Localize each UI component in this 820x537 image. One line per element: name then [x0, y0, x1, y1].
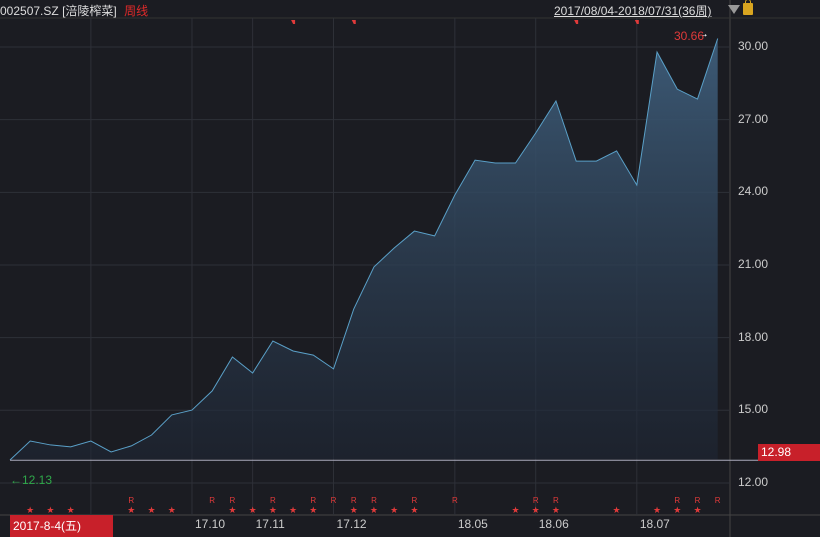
lock-icon[interactable] [743, 0, 753, 15]
price-area [10, 38, 718, 460]
x-tick-label: 18.06 [538, 517, 569, 531]
dropdown-triangle-icon[interactable] [728, 5, 740, 14]
r-marker: R [452, 496, 458, 505]
period-label[interactable]: 周线 [124, 4, 148, 18]
r-marker: R [553, 496, 559, 505]
star-marker: ★ [673, 505, 681, 515]
r-marker: R [351, 496, 357, 505]
star-marker: ★ [269, 505, 277, 515]
r-marker: R [533, 496, 539, 505]
min-price-label: ←12.13 [10, 473, 53, 487]
star-marker: ★ [693, 505, 701, 515]
stock-name: [涪陵榨菜] [62, 4, 117, 18]
r-marker: R [695, 496, 701, 505]
star-marker: ★ [168, 505, 176, 515]
y-tick-label: 21.00 [738, 256, 769, 271]
y-tick-label: 27.00 [738, 111, 769, 126]
y-tick-label: 12.00 [738, 474, 769, 489]
last-price-label: 30.66 [674, 29, 705, 43]
r-marker: R [674, 496, 680, 505]
r-marker: R [715, 496, 721, 505]
x-tick-label: 17.12 [336, 517, 367, 531]
y-tick-label: 18.00 [738, 329, 769, 344]
star-marker: ★ [511, 505, 519, 515]
star-marker: ★ [350, 505, 358, 515]
flag-marker [634, 20, 639, 24]
star-marker: ★ [653, 505, 661, 515]
star-marker: ★ [46, 505, 54, 515]
r-marker: R [412, 496, 418, 505]
price-chart[interactable]: →★ ★ ★ ★ ★ ★ ★ ★ ★ ★ ★ ★ ★ ★ ★ ★ ★ ★ ★ ★ ★ ★R R R R R R R R R R R R R R R [0, 0, 820, 537]
star-marker: ★ [532, 505, 540, 515]
y-tick-label: 24.00 [738, 184, 769, 199]
r-marker: R [128, 496, 134, 505]
star-marker: ★ [148, 505, 156, 515]
stock-symbol: 002507.SZ [0, 4, 59, 18]
r-marker: R [371, 496, 377, 505]
y-tick-label: 15.00 [738, 402, 769, 417]
r-marker: R [270, 496, 276, 505]
x-tick-label: 18.07 [639, 517, 670, 531]
flag-marker [574, 20, 579, 24]
chart-header: 002507.SZ [涪陵榨菜] 周线 [0, 2, 148, 19]
star-marker: ★ [127, 505, 135, 515]
star-marker: ★ [552, 505, 560, 515]
star-marker: ★ [309, 505, 317, 515]
r-marker: R [230, 496, 236, 505]
y-tick-label: 30.00 [738, 39, 769, 53]
x-tick-label: 18.05 [457, 517, 488, 531]
r-marker: R [331, 496, 337, 505]
star-marker: ★ [228, 505, 236, 515]
selected-date-badge: 2017-8-4(五) [10, 515, 113, 537]
star-marker: ★ [289, 505, 297, 515]
star-marker: ★ [410, 505, 418, 515]
x-tick-label: 17.10 [194, 517, 225, 531]
star-marker: ★ [249, 505, 257, 515]
x-tick-label: 17.11 [255, 517, 285, 531]
star-marker: ★ [370, 505, 378, 515]
star-marker: ★ [613, 505, 621, 515]
r-marker: R [209, 496, 215, 505]
star-marker: ★ [390, 505, 398, 515]
date-range-selector[interactable]: 2017/08/04-2018/07/31(36周) [554, 2, 711, 19]
star-marker: ★ [26, 505, 34, 515]
current-price-badge: 12.98 [758, 444, 820, 461]
flag-marker [351, 20, 356, 24]
flag-marker [291, 20, 296, 24]
r-marker: R [310, 496, 316, 505]
star-marker: ★ [67, 505, 75, 515]
